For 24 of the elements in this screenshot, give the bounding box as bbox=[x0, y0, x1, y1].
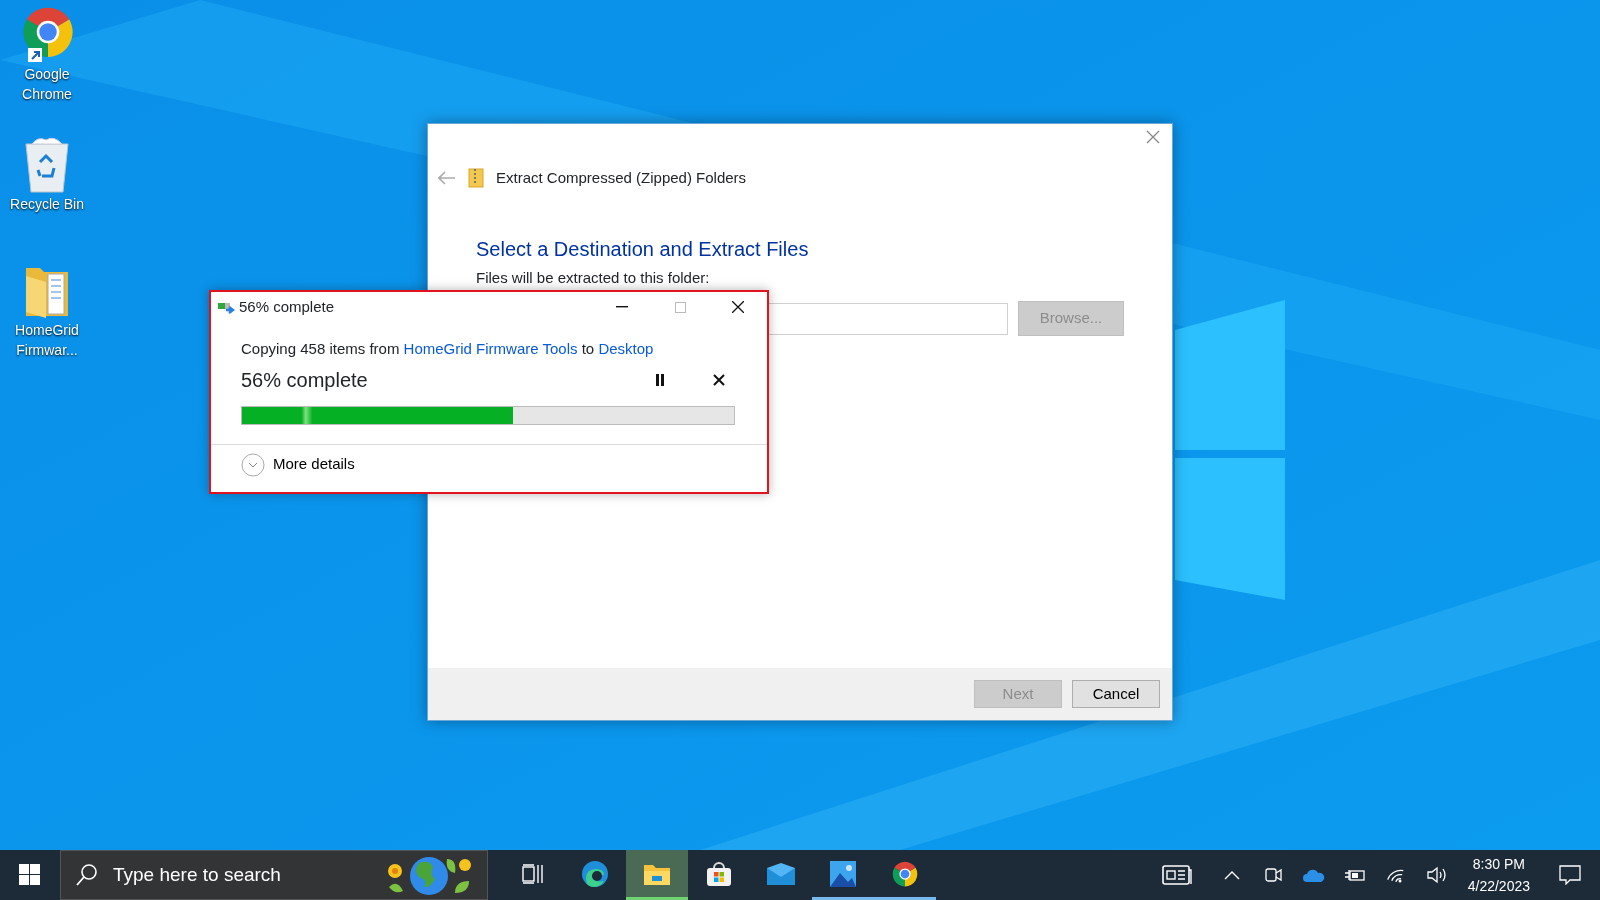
windows-logo-icon bbox=[19, 864, 41, 886]
chevron-icon bbox=[241, 452, 265, 477]
clock-date[interactable]: 4/22/2023 bbox=[1467, 875, 1530, 897]
folder-link[interactable]: HomeGrid Firmware Tools bbox=[403, 340, 578, 357]
desktop-icon-label[interactable]: HomeGrid Firmwar... bbox=[4, 320, 90, 360]
cancel-icon[interactable] bbox=[713, 373, 725, 386]
recycle-bin-icon[interactable] bbox=[22, 136, 72, 194]
search-icon bbox=[75, 863, 99, 887]
folder-link[interactable]: Desktop bbox=[598, 340, 654, 357]
dialog-button[interactable]: Cancel bbox=[1072, 680, 1160, 708]
desktop-icon-label[interactable]: Google Chrome bbox=[4, 64, 90, 104]
progress-status: 56% complete bbox=[241, 367, 368, 393]
clock-time[interactable]: 8:30 PM bbox=[1467, 853, 1530, 875]
zip-folder-icon bbox=[468, 168, 484, 189]
folder-label: Files will be extracted to this folder: bbox=[476, 267, 711, 288]
folder-icon[interactable] bbox=[626, 850, 688, 900]
desktop-icon-label[interactable]: Recycle Bin bbox=[4, 194, 90, 214]
copy-message: Copying 458 items from HomeGrid Firmware Tools to Desktop bbox=[241, 339, 655, 359]
dialog-heading: Select a Destination and Extract Files bbox=[476, 236, 810, 262]
pause-icon[interactable] bbox=[655, 373, 665, 386]
dialog-title: Extract Compressed (Zipped) Folders bbox=[496, 168, 747, 188]
window-title: 56% complete bbox=[239, 296, 335, 317]
more-details-toggle[interactable]: More details bbox=[241, 452, 355, 477]
search-field[interactable]: Type here to search bbox=[60, 850, 488, 900]
